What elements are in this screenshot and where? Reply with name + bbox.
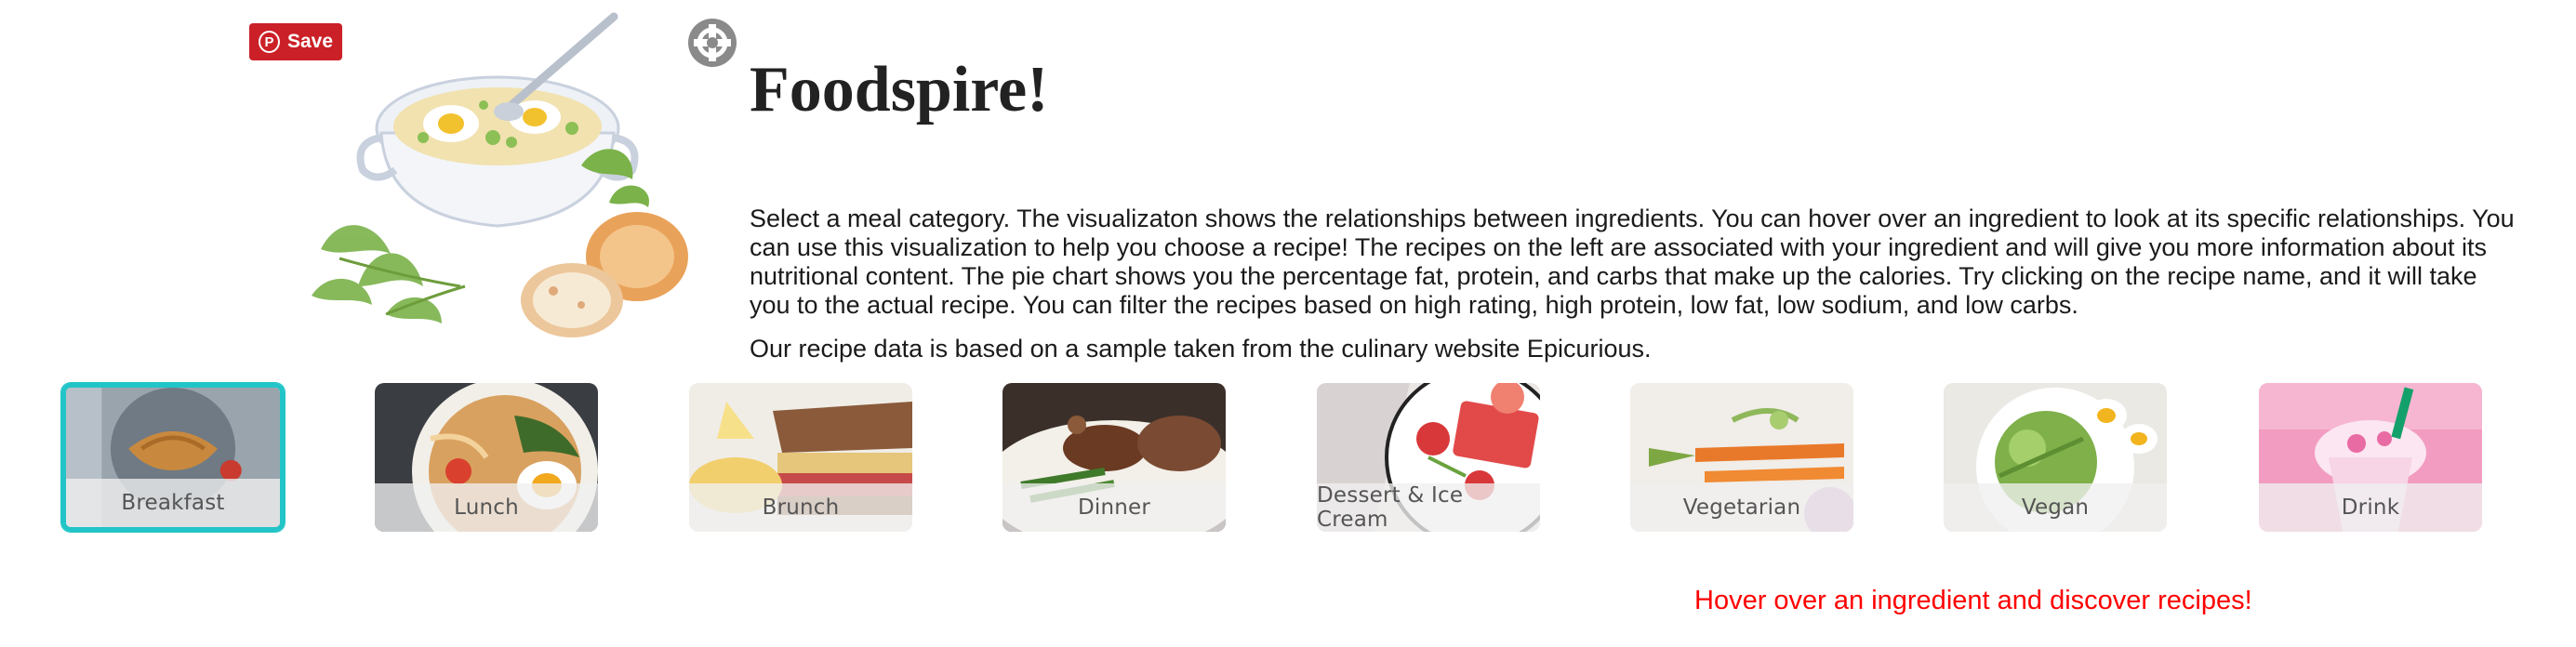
category-label: Dinner (1003, 483, 1226, 532)
category-lunch[interactable]: Lunch (375, 383, 598, 532)
category-label: Lunch (375, 483, 598, 532)
category-label: Brunch (689, 483, 912, 532)
pinterest-icon: P (259, 31, 280, 53)
category-label: Drink (2259, 483, 2482, 532)
category-label: Vegetarian (1630, 483, 1853, 532)
meal-category-list: Breakfast Lunch Brunch Dinner Dessert & … (0, 383, 2576, 532)
category-vegetarian[interactable]: Vegetarian (1630, 383, 1853, 532)
category-vegan[interactable]: Vegan (1944, 383, 2167, 532)
crosshair-icon[interactable] (688, 19, 737, 67)
category-brunch[interactable]: Brunch (689, 383, 912, 532)
pinterest-save-label: Save (286, 31, 333, 52)
page-title: Foodspire! (750, 54, 1049, 125)
category-label: Breakfast (66, 479, 280, 527)
category-dinner[interactable]: Dinner (1003, 383, 1226, 532)
category-label: Vegan (1944, 483, 2167, 532)
category-label: Dessert & Ice Cream (1317, 483, 1540, 532)
ingredient-hint: Hover over an ingredient and discover re… (1694, 586, 2252, 615)
page-description: Select a meal category. The visualizaton… (750, 205, 2515, 319)
hero-soup-illustration (302, 7, 693, 337)
data-source-note: Our recipe data is based on a sample tak… (750, 335, 1652, 363)
category-dessert-ice-cream[interactable]: Dessert & Ice Cream (1317, 383, 1540, 532)
category-drink[interactable]: Drink (2259, 383, 2482, 532)
category-breakfast[interactable]: Breakfast (61, 383, 285, 532)
pinterest-save-button[interactable]: P Save (249, 23, 342, 60)
